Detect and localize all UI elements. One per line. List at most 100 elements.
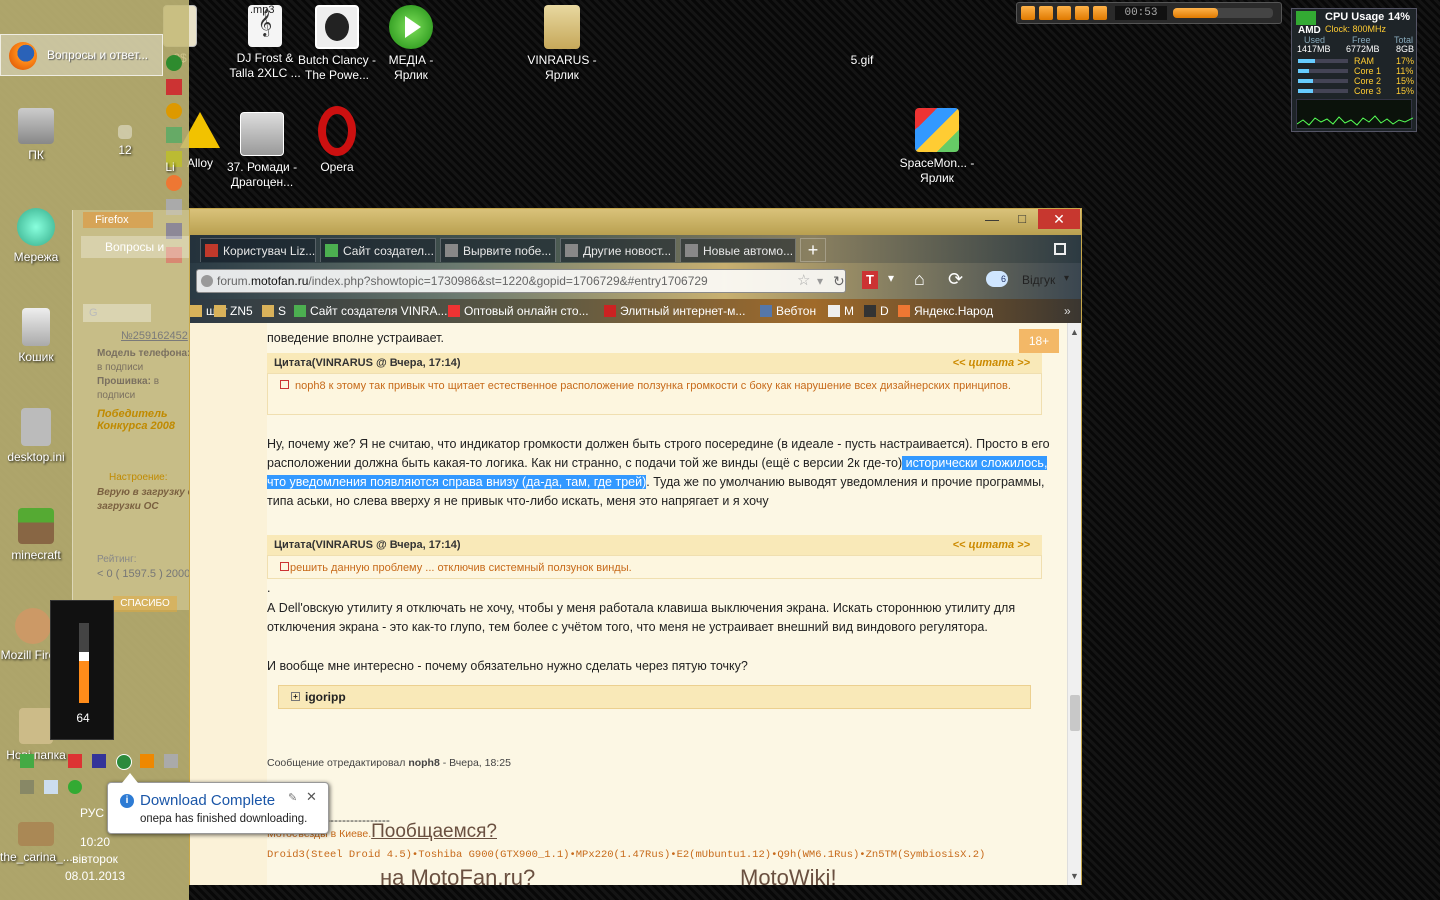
previous-button[interactable]: [1075, 6, 1089, 20]
signature-link-motowiki[interactable]: MotoWiki!: [740, 865, 837, 885]
feedback-dropdown-icon[interactable]: ▾: [1064, 273, 1069, 284]
download-notification[interactable]: i Download Complete опера has finished d…: [107, 773, 329, 834]
signature-link-chat[interactable]: Пообщаемся?: [371, 821, 497, 842]
tab-motofan-1[interactable]: Вырвите побе...: [440, 238, 556, 262]
usage-label: Core 3: [1354, 86, 1382, 96]
translate-icon[interactable]: T: [862, 271, 878, 289]
minimize-button[interactable]: —: [978, 209, 1006, 229]
yandex-narod-icon: [898, 305, 910, 317]
64bit-icon[interactable]: [166, 79, 182, 95]
desktop-icon-romadi[interactable]: 37. Ромади - Драгоцен...: [222, 112, 302, 190]
settings-icon[interactable]: ✎: [288, 791, 297, 804]
ghost-search-input[interactable]: G: [83, 304, 151, 322]
bookmark-webton[interactable]: Вебтон: [760, 299, 816, 323]
bookmark-elite-store[interactable]: Элитный интернет-м...: [604, 299, 745, 323]
ghost-tab[interactable]: Вопросы и: [81, 236, 191, 258]
desktop-icon-5gif[interactable]: 5.gif: [822, 5, 902, 68]
app-icon[interactable]: [166, 127, 182, 143]
bookmark-film[interactable]: D: [864, 299, 889, 323]
cpu-graph-line: [1296, 115, 1414, 126]
quote-expand-icon[interactable]: [280, 380, 289, 389]
spoiler-box[interactable]: + igoripp: [278, 685, 1031, 709]
scroll-down-icon[interactable]: ▼: [1070, 871, 1079, 881]
address-bar[interactable]: forum.motofan.ru/index.php?showtopic=173…: [196, 269, 846, 293]
desktop-icon-spacemonger[interactable]: SpaceMon... - Ярлик: [897, 108, 977, 186]
computer-icon: [18, 108, 54, 144]
mem-free: 6772MB: [1346, 44, 1380, 54]
desktop-icon-opera[interactable]: Opera: [297, 106, 377, 175]
vinrarus-tray-icon[interactable]: [116, 754, 132, 770]
desktop-icon-desktop-ini[interactable]: desktop.ini: [0, 408, 72, 465]
post-number-link[interactable]: №259162452: [121, 330, 188, 342]
thanks-button[interactable]: СПАСИБО: [113, 596, 177, 612]
desktop-icon-pc[interactable]: ПК: [0, 108, 72, 163]
firefox-icon: [15, 608, 51, 644]
bookmark-zn5[interactable]: ZN5: [214, 299, 253, 323]
check-tray-icon[interactable]: [68, 754, 82, 768]
quote-link-1[interactable]: << цитата >>: [953, 353, 1030, 373]
spacemonger-icon: [915, 108, 959, 152]
usage-value: 17%: [1396, 56, 1415, 66]
bookmark-star-icon[interactable]: ☆: [797, 270, 810, 292]
seek-bar[interactable]: [1173, 8, 1273, 18]
network-tray-icon[interactable]: [20, 754, 34, 768]
desktop-icon-dj-frost[interactable]: .mp3 𝄞 DJ Frost & Talla 2XLC ...: [225, 4, 305, 81]
weather-icon[interactable]: 6: [986, 271, 1008, 287]
scrollbar-thumb[interactable]: [1070, 695, 1080, 731]
volume-slider[interactable]: [79, 623, 89, 703]
avast-icon[interactable]: [166, 103, 182, 119]
gif-file-icon: [840, 5, 884, 49]
desktop-icon-media[interactable]: МЕДІА - Ярлик: [371, 5, 451, 83]
next-button[interactable]: [1093, 6, 1107, 20]
scroll-up-icon[interactable]: ▲: [1070, 327, 1079, 337]
firefox-menu-button[interactable]: Firefox: [83, 212, 153, 228]
new-tab-button[interactable]: +: [800, 238, 826, 262]
info-tray-icon[interactable]: [68, 780, 82, 794]
player-tray-icon[interactable]: [140, 754, 154, 768]
tab-vinrarus[interactable]: Сайт создател...: [320, 238, 436, 262]
tab-motofan-3[interactable]: Новые автомо...: [680, 238, 796, 262]
tab-gmail[interactable]: Користувач Liz...: [200, 238, 316, 262]
document-tray-icon[interactable]: [44, 780, 58, 794]
bookmark-vinrarus[interactable]: Сайт создателя VINRA...: [294, 299, 447, 323]
bookmark-yandex-narod[interactable]: Яндекс.Народ: [898, 299, 993, 323]
desktop-icon-recycle[interactable]: Кошик: [0, 308, 72, 365]
desktop-icon-minecraft[interactable]: minecraft: [0, 508, 72, 563]
desktop-icon-butch-clancy[interactable]: Butch Clancy - The Powe...: [297, 5, 377, 83]
signature-link-motofan[interactable]: на MotoFan.ru?: [380, 865, 535, 885]
play-button[interactable]: [1021, 6, 1035, 20]
close-icon[interactable]: ✕: [306, 789, 317, 805]
pause-button[interactable]: [1039, 6, 1053, 20]
bars-tray-icon[interactable]: [20, 780, 34, 794]
stop-button[interactable]: [1057, 6, 1071, 20]
dropdown-icon[interactable]: ▾: [817, 270, 823, 292]
bookmark-s[interactable]: S: [262, 299, 286, 323]
quote-link-2[interactable]: << цитата >>: [953, 535, 1030, 555]
window-tray-icon[interactable]: [164, 754, 178, 768]
bookmarks-more-button[interactable]: »: [1064, 299, 1071, 323]
monitor-tray-icon[interactable]: [92, 754, 106, 768]
menu-dropdown-icon[interactable]: ▾: [888, 271, 894, 285]
reload-icon[interactable]: ↻: [833, 270, 845, 292]
clock[interactable]: 10:20 вівторок 08.01.2013: [60, 834, 130, 885]
home-icon[interactable]: ⌂: [914, 269, 925, 290]
close-button[interactable]: ✕: [1038, 209, 1080, 229]
desktop-icon-12[interactable]: 12: [100, 125, 150, 158]
desktop-icon-li[interactable]: Li: [150, 142, 190, 175]
tab-motofan-2[interactable]: Другие новост...: [560, 238, 676, 262]
vertical-scrollbar[interactable]: ▲ ▼: [1067, 323, 1081, 885]
desktop-icon-vinrarus[interactable]: VINRARUS - Ярлик: [522, 5, 602, 83]
sync-icon[interactable]: ⟳: [948, 269, 963, 290]
desktop-icon-network[interactable]: Мережа: [0, 208, 72, 265]
firefox-icon[interactable]: [166, 175, 182, 191]
maximize-button[interactable]: □: [1008, 209, 1036, 229]
taskbar-button-firefox[interactable]: Вопросы и ответ...: [0, 34, 163, 76]
bookmark-opt-shop[interactable]: Оптовый онлайн сто...: [448, 299, 589, 323]
vinrarus-icon[interactable]: [166, 55, 182, 71]
tab-groups-icon[interactable]: [1054, 243, 1066, 255]
language-indicator[interactable]: РУС: [80, 806, 104, 820]
spoiler-expand-icon[interactable]: +: [291, 692, 300, 701]
feedback-button[interactable]: Відгук: [1022, 273, 1055, 287]
quote-expand-icon[interactable]: [280, 562, 289, 571]
bookmark-mail[interactable]: M: [828, 299, 854, 323]
